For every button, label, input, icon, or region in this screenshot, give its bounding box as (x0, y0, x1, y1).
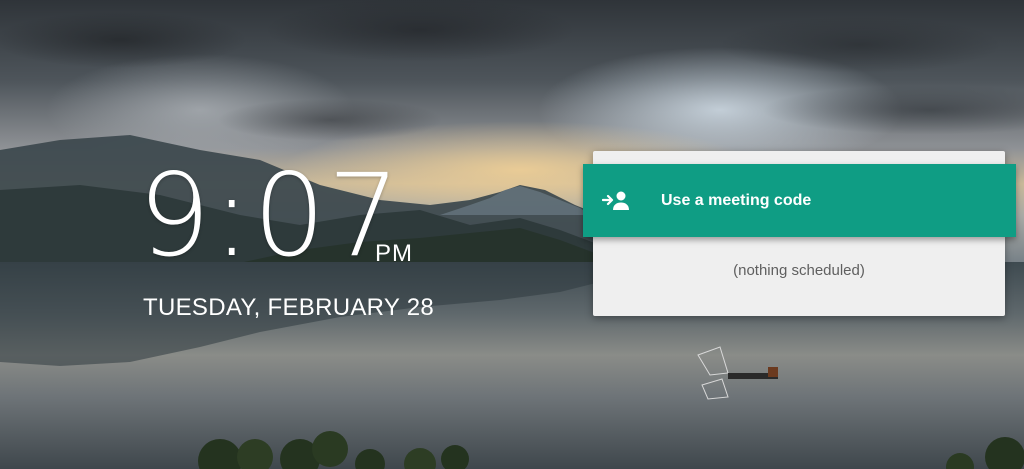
clock-time: 9:07 (138, 149, 402, 282)
empty-schedule-text: (nothing scheduled) (733, 262, 865, 279)
use-meeting-code-button[interactable]: Use a meeting code (583, 164, 1016, 237)
fishing-boat (697, 346, 778, 400)
clock-ampm: PM (375, 240, 413, 267)
foreground-trees (198, 431, 1024, 469)
use-meeting-code-label: Use a meeting code (661, 191, 812, 209)
person-arrow-icon (601, 189, 631, 213)
clock-date: TUESDAY, FEBRUARY 28 (143, 294, 434, 321)
